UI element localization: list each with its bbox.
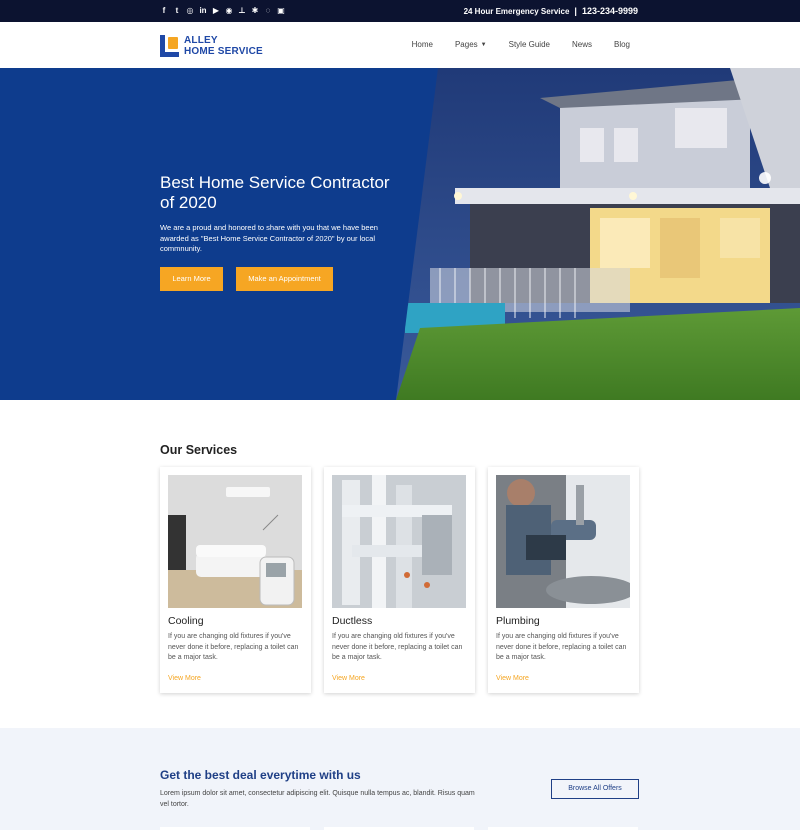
hero-title: Best Home Service Contractor of 2020 [160,173,390,212]
service-card-plumbing: Plumbing If you are changing old fixture… [488,467,639,693]
tripadvisor-icon[interactable]: ◉ [225,5,233,17]
view-more-link[interactable]: View More [332,675,365,682]
service-card-cooling: Cooling If you are changing old fixtures… [160,467,311,693]
offer-card-preview [160,827,310,833]
deal-text: Lorem ipsum dolor sit amet, consectetur … [160,790,475,808]
card-title: Plumbing [496,615,540,627]
phone-link[interactable]: 123-234-9999 [582,6,638,16]
deal-title: Get the best deal everytime with us [160,768,361,782]
make-appointment-button[interactable]: Make an Appointment [236,267,333,291]
hero-text: We are a proud and honored to share with… [160,223,378,253]
nav-home[interactable]: Home [412,40,433,49]
separator: | [574,6,577,16]
cooling-image [168,475,302,608]
view-more-link[interactable]: View More [496,675,529,682]
nav-home-label: Home [411,40,433,49]
card-title: Cooling [168,615,204,627]
services-title: Our Services [160,443,238,457]
linkedin-icon[interactable]: in [199,5,207,17]
facebook-icon[interactable]: f [160,5,168,17]
instagram-icon[interactable]: ◎ [186,5,194,17]
social-links: f t ◎ in ▶ ◉ ⊥ ✱ ◌ ▣ [160,5,285,17]
view-more-link[interactable]: View More [168,675,201,682]
offer-card-preview [324,827,474,833]
site-header: ALLEY HOME SERVICE Home Pages ▼ Style Gui… [0,22,800,68]
card-title: Ductless [332,615,373,627]
nav-style-guide[interactable]: Style Guide [509,40,550,49]
nav-blog[interactable]: Blog [614,40,630,49]
houzz-icon[interactable]: ▣ [277,5,285,17]
yelp-icon[interactable]: ✱ [251,5,259,17]
logo-mark-icon [160,35,179,57]
thumbtack-icon[interactable]: ⊥ [238,5,246,17]
logo[interactable]: ALLEY HOME SERVICE [160,35,263,57]
emergency-contact: 24 Hour Emergency Service | 123-234-9999 [464,6,638,16]
emergency-label: 24 Hour Emergency Service [463,6,570,16]
browse-offers-button[interactable]: Browse All Offers [551,779,639,799]
learn-more-button[interactable]: Learn More [160,267,223,291]
offer-card-preview [488,827,638,833]
card-desc: If you are changing old fixtures if you'… [496,633,627,661]
hero-house-image [396,68,800,400]
hero-section: Best Home Service Contractor of 2020 We … [0,68,800,400]
nav-news[interactable]: News [572,40,592,49]
logo-line-2: HOME SERVICE [184,46,263,57]
chat-icon[interactable]: ◌ [264,5,272,17]
service-card-ductless: Ductless If you are changing old fixture… [324,467,475,693]
nav-pages-label: Pages [454,40,478,49]
deal-section: Get the best deal everytime with us Lore… [0,728,800,833]
card-desc: If you are changing old fixtures if you'… [332,633,463,661]
twitter-icon[interactable]: t [173,5,181,17]
plumbing-image [496,475,630,608]
logo-line-1: ALLEY [184,35,218,46]
nav-style-guide-label: Style Guide [508,40,550,49]
main-nav: Home Pages ▼ Style Guide News Blog [390,40,630,49]
youtube-icon[interactable]: ▶ [212,5,220,17]
nav-blog-label: Blog [613,40,630,49]
ductless-image [332,475,466,608]
top-bar: f t ◎ in ▶ ◉ ⊥ ✱ ◌ ▣ 24 Hour Emergency S… [0,0,800,22]
nav-news-label: News [571,40,592,49]
nav-pages[interactable]: Pages ▼ [455,40,487,49]
chevron-down-icon: ▼ [480,41,487,48]
logo-text: ALLEY HOME SERVICE [184,35,263,57]
card-desc: If you are changing old fixtures if you'… [168,633,299,661]
